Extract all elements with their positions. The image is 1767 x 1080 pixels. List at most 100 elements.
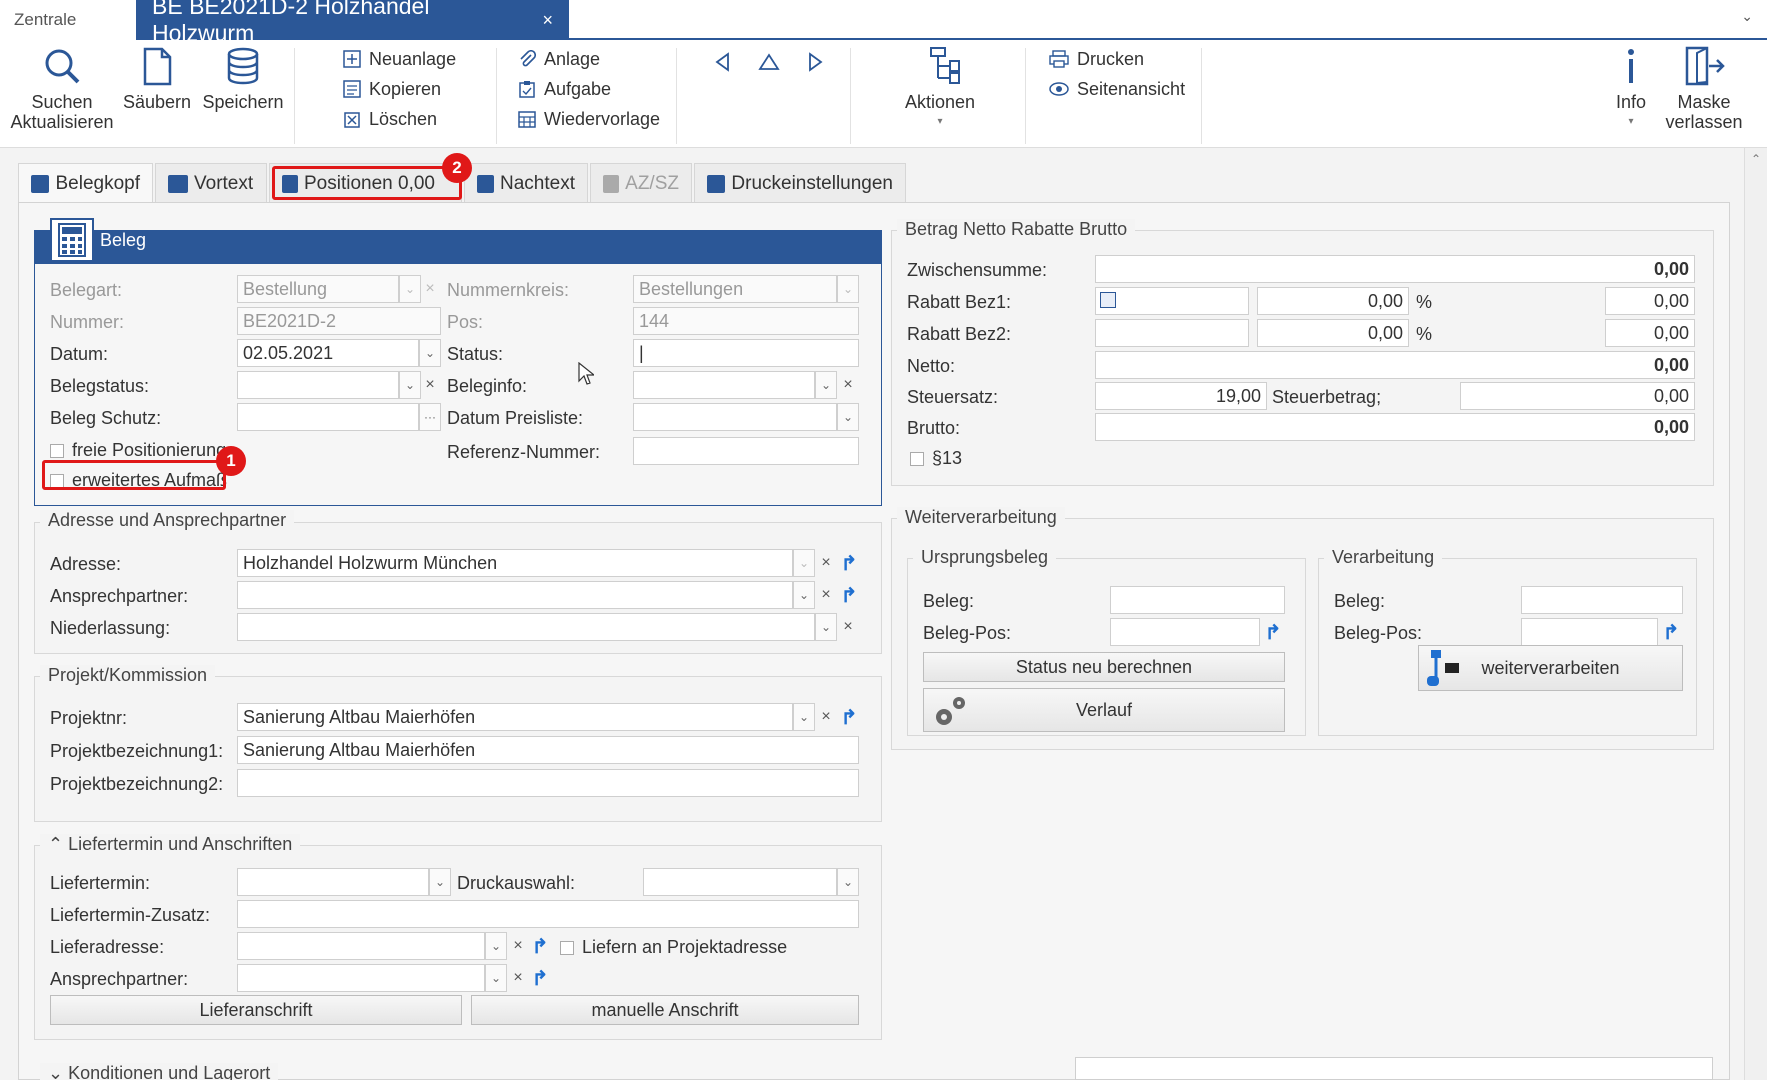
belegstatus-select[interactable] [237, 371, 399, 399]
status-neu-berechnen-button[interactable]: Status neu berechnen [923, 652, 1285, 682]
projektbezeichnung1-field[interactable]: Sanierung Altbau Maierhöfen [237, 736, 859, 764]
anlage-button[interactable]: Anlage [518, 44, 660, 74]
netto-field[interactable]: 0,00 [1095, 351, 1695, 379]
goto-arrow-icon[interactable]: ↱ [528, 964, 552, 992]
paragraph13-checkbox[interactable]: §13 [910, 448, 962, 469]
arrow-right-icon[interactable] [806, 52, 824, 72]
liefertermin-zusatz-field[interactable] [237, 900, 859, 928]
nummer-field[interactable]: BE2021D-2 [237, 307, 441, 335]
rabatt-bez2-prozent-field[interactable]: 0,00 [1257, 319, 1409, 347]
nummernkreis-select[interactable]: Bestellungen [633, 275, 837, 303]
rabatt-bez1-prozent-field[interactable]: 0,00 [1257, 287, 1409, 315]
verlauf-button[interactable]: Verlauf [923, 688, 1285, 732]
manuelle-anschrift-button[interactable]: manuelle Anschrift [471, 995, 859, 1025]
liefern-an-projektadresse-checkbox[interactable]: Liefern an Projektadresse [560, 937, 787, 958]
verarbeitung-belegpos-field[interactable] [1521, 618, 1658, 646]
referenz-field[interactable] [633, 437, 859, 465]
rabatt-bez1-betrag-field[interactable]: 0,00 [1605, 287, 1695, 315]
speichern-button[interactable]: Speichern [202, 46, 284, 112]
clear-icon[interactable]: × [837, 371, 859, 399]
ursprung-belegpos-field[interactable] [1110, 618, 1260, 646]
clear-icon[interactable]: × [419, 371, 441, 399]
status-field[interactable]: | [633, 339, 859, 367]
chevron-down-icon[interactable]: ⌄ [815, 613, 837, 641]
clear-icon[interactable]: × [837, 613, 859, 641]
rabatt-bez2-betrag-field[interactable]: 0,00 [1605, 319, 1695, 347]
chevron-down-icon[interactable]: ⌄ [399, 371, 421, 399]
verarbeitung-beleg-field[interactable] [1521, 586, 1683, 614]
chevron-down-icon[interactable]: ⌄ [837, 275, 859, 303]
neuanlage-button[interactable]: Neuanlage [343, 44, 456, 74]
brutto-field[interactable]: 0,00 [1095, 413, 1695, 441]
chevron-down-icon[interactable]: ⌄ [793, 703, 815, 731]
notes-field[interactable] [1075, 1057, 1713, 1080]
chevron-down-icon[interactable]: ⌄ [429, 868, 451, 896]
freie-positionierung-checkbox[interactable]: freie Positionierung [50, 440, 226, 461]
seitenansicht-button[interactable]: Seitenansicht [1049, 74, 1185, 104]
close-icon[interactable]: × [542, 10, 553, 31]
projektnr-select[interactable]: Sanierung Altbau Maierhöfen [237, 703, 793, 731]
chevron-down-icon[interactable]: ⌄ [419, 339, 441, 367]
saeubern-button[interactable]: Säubern [122, 46, 192, 112]
goto-arrow-icon[interactable]: ↱ [1659, 618, 1683, 646]
liefertermin-field[interactable] [237, 868, 429, 896]
tab-beleg[interactable]: BE BE2021D-2 Holzhandel Holzwurm × [136, 0, 569, 46]
tab-druckeinstellungen[interactable]: Druckeinstellungen [694, 163, 906, 203]
arrow-left-icon[interactable] [714, 52, 732, 72]
lieferadresse-select[interactable] [237, 932, 485, 960]
clear-icon[interactable]: × [507, 964, 529, 992]
ellipsis-icon[interactable]: ··· [419, 403, 441, 431]
goto-arrow-icon[interactable]: ↱ [837, 549, 861, 577]
datum-field[interactable]: 02.05.2021 [237, 339, 419, 367]
chevron-down-icon[interactable]: ⌄ [793, 549, 815, 577]
chevron-down-icon[interactable]: ⌄ [793, 581, 815, 609]
adresse-select[interactable]: Holzhandel Holzwurm München [237, 549, 793, 577]
drucken-button[interactable]: Drucken [1049, 44, 1185, 74]
chevron-up-icon[interactable]: ⌃ [48, 834, 68, 854]
druckauswahl-select[interactable] [643, 868, 837, 896]
arrow-up-icon[interactable] [758, 52, 780, 72]
belegart-select[interactable]: Bestellung [237, 275, 399, 303]
chevron-down-icon[interactable]: ⌄ [485, 932, 507, 960]
kopieren-button[interactable]: Kopieren [343, 74, 456, 104]
chevron-up-icon[interactable]: ⌃ [1745, 152, 1767, 166]
lieferanschrift-button[interactable]: Lieferanschrift [50, 995, 462, 1025]
niederlassung-select[interactable] [237, 613, 815, 641]
clear-icon[interactable]: × [507, 932, 529, 960]
liefertermin-group-title[interactable]: ⌃ Liefertermin und Anschriften [40, 834, 301, 855]
vertical-scrollbar[interactable]: ⌃ [1744, 148, 1767, 1080]
rabatt-bez1-field[interactable] [1095, 287, 1249, 315]
zwischensumme-field[interactable]: 0,00 [1095, 255, 1695, 283]
tab-belegkopf[interactable]: Belegkopf [18, 163, 153, 203]
steuersatz-field[interactable]: 19,00 [1095, 382, 1267, 410]
clear-icon[interactable]: × [815, 549, 837, 577]
projektbezeichnung2-field[interactable] [237, 769, 859, 797]
liefer-ansprechpartner-select[interactable] [237, 964, 485, 992]
clear-icon[interactable]: × [419, 275, 441, 303]
wiedervorlage-button[interactable]: Wiedervorlage [518, 104, 660, 134]
aktionen-button[interactable]: Aktionen ▾ [895, 46, 985, 132]
weiterverarbeiten-button[interactable]: weiterverarbeiten [1418, 645, 1683, 691]
goto-arrow-icon[interactable]: ↱ [837, 703, 861, 731]
chevron-down-icon[interactable]: ⌄ [837, 403, 859, 431]
konditionen-group-title[interactable]: ⌄ Konditionen und Lagerort [40, 1063, 279, 1080]
tab-vortext[interactable]: Vortext [155, 163, 267, 203]
checkbox-icon[interactable] [910, 452, 924, 467]
maske-verlassen-button[interactable]: Maske verlassen [1665, 46, 1743, 132]
ansprechpartner-select[interactable] [237, 581, 793, 609]
chevron-down-icon[interactable]: ⌄ [48, 1063, 68, 1080]
steuerbetrag-field[interactable]: 0,00 [1460, 382, 1695, 410]
goto-arrow-icon[interactable]: ↱ [837, 581, 861, 609]
beleginfo-select[interactable] [633, 371, 815, 399]
datum-preisliste-field[interactable] [633, 403, 837, 431]
tab-nachtext[interactable]: Nachtext [464, 163, 588, 203]
pos-field[interactable]: 144 [633, 307, 859, 335]
rabatt-bez2-field[interactable] [1095, 319, 1249, 347]
goto-arrow-icon[interactable]: ↱ [1261, 618, 1285, 646]
aufgabe-button[interactable]: Aufgabe [518, 74, 660, 104]
tab-zentrale[interactable]: Zentrale [0, 0, 136, 40]
goto-arrow-icon[interactable]: ↱ [528, 932, 552, 960]
chevron-down-icon[interactable]: ⌄ [399, 275, 421, 303]
info-button[interactable]: Info ▾ [1606, 46, 1656, 132]
chevron-down-icon[interactable]: ⌄ [837, 868, 859, 896]
